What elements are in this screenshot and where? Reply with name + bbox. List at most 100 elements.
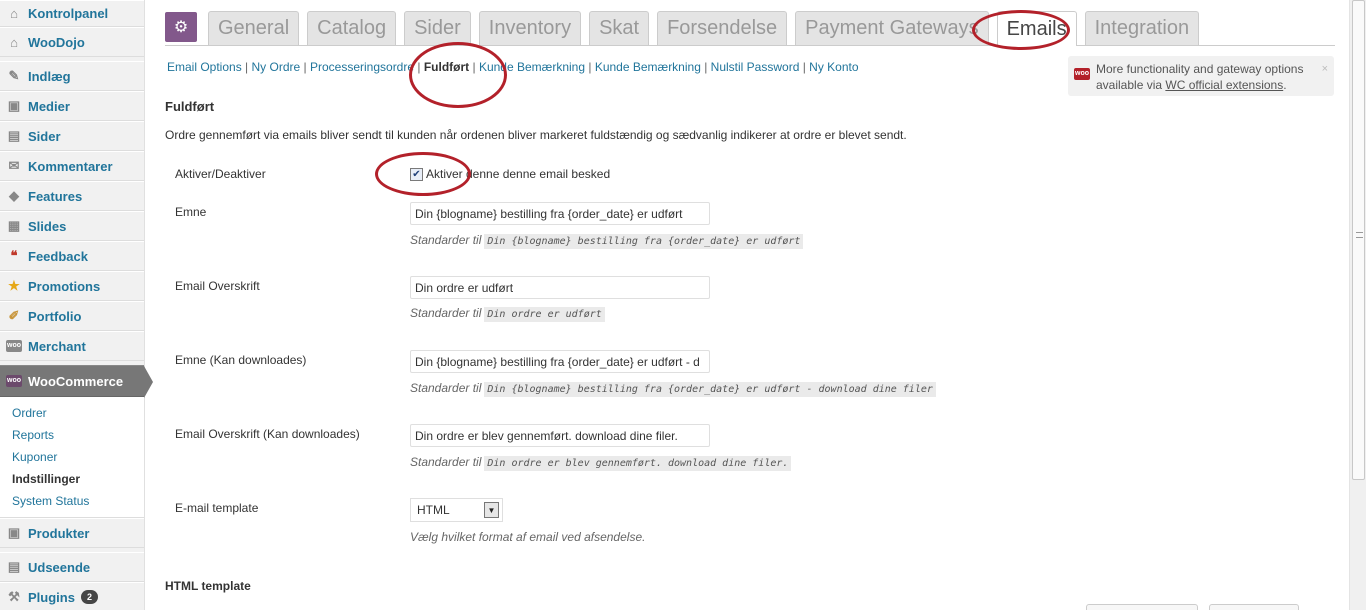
pages-icon: ▤ <box>7 128 21 143</box>
std-value: Din ordre er blev gennemført. download d… <box>484 456 792 471</box>
std-value: Din {blogname} bestilling fra {order_dat… <box>484 382 936 397</box>
tab-integration[interactable]: Integration <box>1084 11 1200 45</box>
menu-item-plugins[interactable]: ⚒ Plugins 2 <box>0 582 144 610</box>
menu-item-woodojo[interactable]: ⌂ WooDojo <box>0 27 144 57</box>
template-select-value: HTML <box>417 503 450 517</box>
menu-item-features[interactable]: ◆ Features <box>0 181 144 211</box>
subnav-kunde-bemaerkning-2[interactable]: Kunde Bemærkning <box>595 60 701 74</box>
menu-item-merchant[interactable]: woo Merchant <box>0 331 144 361</box>
scrollbar-thumb[interactable] <box>1352 0 1365 480</box>
enable-checkbox[interactable]: ✔ <box>410 167 423 181</box>
tab-forsendelse[interactable]: Forsendelse <box>657 11 788 45</box>
tab-general[interactable]: General <box>208 11 300 45</box>
menu-item-portfolio[interactable]: ✐ Portfolio <box>0 301 144 331</box>
menu-item-produkter[interactable]: ▣ Produkter <box>0 518 144 548</box>
menu-label: Portfolio <box>28 308 82 324</box>
products-icon: ▣ <box>7 525 21 540</box>
subject-default: Standarder til Din {blogname} bestilling … <box>410 233 804 249</box>
enable-checkbox-label[interactable]: Aktiver denne denne email besked <box>426 167 610 181</box>
submenu-item-reports[interactable]: Reports <box>0 425 144 447</box>
notice-line1: More functionality and gateway options <box>1096 62 1304 76</box>
close-icon[interactable]: × <box>1322 61 1328 77</box>
submenu-item-ordrer[interactable]: Ordrer <box>0 403 144 425</box>
menu-label: Merchant <box>28 338 86 354</box>
email-subnav: Email Options | Ny Ordre | Processerings… <box>167 60 859 74</box>
subnav-kunde-bemaerkning[interactable]: Kunde Bemærkning <box>479 60 585 74</box>
menu-item-medier[interactable]: ▣ Medier <box>0 91 144 121</box>
woocommerce-submenu: Ordrer Reports Kuponer Indstillinger Sys… <box>0 397 144 518</box>
heading-input[interactable]: Din ordre er udført <box>410 276 710 299</box>
tab-skat[interactable]: Skat <box>589 11 650 45</box>
heading-default: Standarder til Din ordre er udført <box>410 306 605 322</box>
menu-item-sider[interactable]: ▤ Sider <box>0 121 144 151</box>
std-value: Din ordre er udført <box>484 307 605 322</box>
feedback-icon: ❝ <box>10 248 18 263</box>
section-title: Fuldført <box>165 99 215 114</box>
media-icon: ▣ <box>7 98 21 113</box>
subnav-email-options[interactable]: Email Options <box>167 60 242 74</box>
page-scrollbar[interactable] <box>1349 0 1366 610</box>
woodojo-icon: ⌂ <box>10 34 18 50</box>
menu-label: Produkter <box>28 525 90 541</box>
menu-item-kontrolpanel[interactable]: ⌂ Kontrolpanel <box>0 0 144 27</box>
subnav-fuldfoert[interactable]: Fuldført <box>424 60 469 74</box>
menu-item-promotions[interactable]: ★ Promotions <box>0 271 144 301</box>
tab-payment-gateways[interactable]: Payment Gateways <box>795 11 989 45</box>
notice-prefix: available via <box>1096 78 1166 92</box>
menu-label: WooDojo <box>28 34 85 50</box>
subnav-processeringsordre[interactable]: Processeringsordre <box>310 60 414 74</box>
woo-icon: woo <box>6 338 22 354</box>
menu-label: Feedback <box>28 248 88 264</box>
menu-item-woocommerce[interactable]: woo WooCommerce <box>0 365 153 398</box>
tab-inventory[interactable]: Inventory <box>478 11 582 45</box>
menu-item-feedback[interactable]: ❝ Feedback <box>0 241 144 271</box>
highlight-ellipse-fuldfoert <box>409 42 507 108</box>
template-action-button-2[interactable] <box>1209 604 1299 610</box>
subnav-ny-ordre[interactable]: Ny Ordre <box>252 60 301 74</box>
settings-tab-bar: ⚙ General Catalog Sider Inventory Skat F… <box>165 11 1335 46</box>
submenu-item-indstillinger[interactable]: Indstillinger <box>0 469 144 491</box>
woo-icon: woo <box>1074 63 1090 80</box>
subnav-ny-konto[interactable]: Ny Konto <box>809 60 858 74</box>
menu-item-slides[interactable]: ▦ Slides <box>0 211 144 241</box>
subject-input[interactable]: Din {blogname} bestilling fra {order_dat… <box>410 202 710 225</box>
brush-icon: ✐ <box>8 308 20 323</box>
menu-item-udseende[interactable]: ▤ Udseende <box>0 552 144 582</box>
tab-sider[interactable]: Sider <box>404 11 471 45</box>
gear-icon[interactable]: ⚙ <box>165 12 197 42</box>
admin-sidebar: ⌂ Kontrolpanel ⌂ WooDojo ✎ Indlæg ▣ Medi… <box>0 0 153 610</box>
menu-item-kommentarer[interactable]: ✉ Kommentarer <box>0 151 144 181</box>
std-prefix: Standarder til <box>410 233 482 247</box>
menu-item-indlaeg[interactable]: ✎ Indlæg <box>0 61 144 91</box>
heading-downloadable-input[interactable]: Din ordre er blev gennemført. download d… <box>410 424 710 447</box>
woocommerce-icon: woo <box>6 373 22 389</box>
subnav-nulstil-password[interactable]: Nulstil Password <box>711 60 800 74</box>
section-description: Ordre gennemført via emails bliver sendt… <box>165 128 907 142</box>
notice-suffix: . <box>1283 78 1287 92</box>
template-action-button[interactable] <box>1086 604 1198 610</box>
heading-downloadable-label: Email Overskrift (Kan downloades) <box>175 427 360 441</box>
notice-line2: available via WC official extensions. <box>1096 77 1326 93</box>
tab-emails[interactable]: Emails <box>996 11 1077 46</box>
menu-label: Indlæg <box>28 68 71 84</box>
submenu-item-kuponer[interactable]: Kuponer <box>0 447 144 469</box>
menu-label: Sider <box>28 128 61 144</box>
tab-catalog[interactable]: Catalog <box>307 11 397 45</box>
dropdown-arrow-icon[interactable]: ▼ <box>484 502 499 518</box>
slides-icon: ▦ <box>7 218 21 233</box>
extensions-notice: woo More functionality and gateway optio… <box>1068 56 1334 96</box>
menu-label: Udseende <box>28 559 91 575</box>
plugins-update-count: 2 <box>80 590 98 604</box>
menu-label: Plugins <box>28 589 75 605</box>
main-content: ⚙ General Catalog Sider Inventory Skat F… <box>165 0 1335 610</box>
enable-label: Aktiver/Deaktiver <box>175 167 266 181</box>
menu-label: Promotions <box>28 278 101 294</box>
wc-extensions-link[interactable]: WC official extensions <box>1165 78 1283 92</box>
features-icon: ◆ <box>9 188 19 203</box>
subject-downloadable-label: Emne (Kan downloades) <box>175 353 307 367</box>
subject-downloadable-input[interactable]: Din {blogname} bestilling fra {order_dat… <box>410 350 710 373</box>
comment-icon: ✉ <box>8 158 20 173</box>
scroll-grip-icon <box>1356 232 1363 238</box>
submenu-item-system-status[interactable]: System Status <box>0 491 144 513</box>
template-select[interactable]: HTML ▼ <box>410 498 503 522</box>
